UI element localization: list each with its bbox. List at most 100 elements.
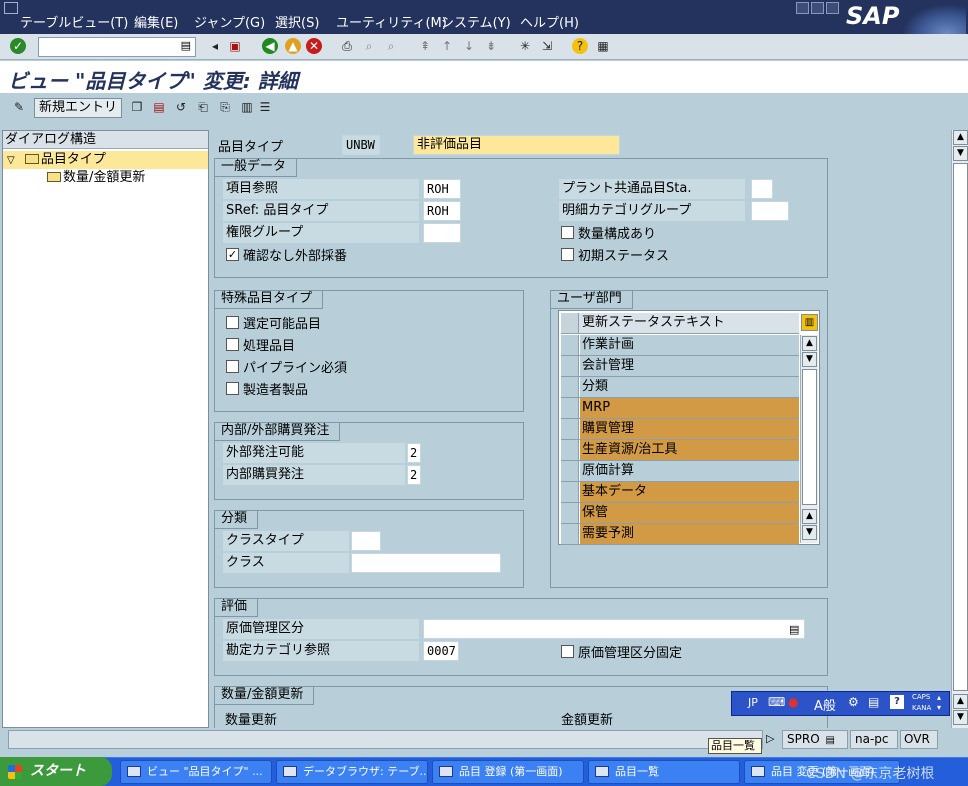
menu-goto[interactable]: ジャンプ(G) (194, 12, 265, 31)
ime-options-icon[interactable]: ▾ (937, 703, 941, 712)
acct-category-field[interactable]: 0007 (423, 641, 459, 661)
ime-pad-icon[interactable]: ● (788, 695, 798, 709)
table-page-down-icon[interactable]: ▼ (802, 525, 817, 540)
select-all-button[interactable] (561, 313, 579, 333)
row-selector[interactable] (561, 503, 579, 523)
menu-edit[interactable]: 編集(E) (134, 12, 178, 31)
table-settings-icon[interactable]: ▥ (801, 314, 818, 331)
expand-icon[interactable]: ▽ (7, 155, 15, 166)
menu-help[interactable]: ヘルプ(H) (520, 12, 579, 31)
class-type-field[interactable] (351, 531, 381, 551)
auth-group-field[interactable] (423, 223, 461, 243)
find-icon[interactable]: ⌕ (360, 37, 378, 55)
back-icon[interactable]: ◀ (262, 38, 278, 54)
tree-item-material-type[interactable]: ▽ 品目タイプ (3, 151, 208, 169)
command-field[interactable]: ▤ (38, 37, 196, 57)
undo-icon[interactable]: ↺ (172, 98, 190, 116)
start-button[interactable]: スタート (0, 757, 112, 786)
pipeline-checkbox[interactable] (226, 360, 239, 373)
material-type-description[interactable]: 非評価品目 (413, 135, 620, 155)
collapse-arrow-icon[interactable]: ◂ (206, 37, 224, 55)
table-row[interactable]: MRP (561, 398, 799, 419)
row-selector[interactable] (561, 482, 579, 502)
row-selector[interactable] (561, 419, 579, 439)
item-ref-field[interactable]: ROH (423, 179, 461, 199)
row-selector[interactable] (561, 524, 579, 544)
page-up-icon[interactable]: ▲ (953, 694, 968, 709)
system-info-icon[interactable]: ▤ (825, 735, 834, 746)
main-scrollbar[interactable]: ▲ ▼ ▲ ▼ (951, 130, 968, 728)
cancel-icon[interactable]: ✕ (306, 38, 322, 54)
new-entries-button[interactable]: 新規エントリ (34, 98, 122, 118)
system-menu-icon[interactable] (4, 2, 18, 14)
qty-structure-checkbox[interactable] (561, 226, 574, 239)
row-selector[interactable] (561, 398, 579, 418)
configurable-checkbox[interactable] (226, 316, 239, 329)
tools-icon[interactable]: ⚙ (848, 695, 859, 709)
process-material-checkbox[interactable] (226, 338, 239, 351)
table-row[interactable]: 保管 (561, 503, 799, 524)
enter-icon[interactable]: ✓ (10, 38, 26, 54)
shortcut-icon[interactable]: ⇲ (538, 37, 556, 55)
table-row[interactable]: 購買管理 (561, 419, 799, 440)
table-row[interactable]: 会計管理 (561, 356, 799, 377)
new-session-icon[interactable]: ✳ (516, 37, 534, 55)
ime-language[interactable]: JP (748, 696, 758, 709)
previous-entry-icon[interactable]: ⎗ (194, 98, 212, 116)
item-cat-group-field[interactable] (751, 201, 789, 221)
dropdown-icon[interactable]: ▤ (181, 39, 191, 52)
save-icon[interactable]: ▣ (226, 37, 244, 55)
scroll-up-icon[interactable]: ▲ (953, 130, 968, 145)
close-window-button[interactable] (826, 2, 839, 14)
table-scroll-down-icon[interactable]: ▼ (802, 352, 817, 367)
price-control-field[interactable] (423, 619, 805, 639)
manufacturer-part-checkbox[interactable] (226, 382, 239, 395)
ext-num-checkbox[interactable]: ✓ (226, 248, 239, 261)
row-selector[interactable] (561, 356, 579, 376)
row-selector[interactable] (561, 440, 579, 460)
help-icon[interactable]: ? (572, 38, 588, 54)
input-mode[interactable]: A般 (814, 695, 836, 714)
taskbar-item-data-browser[interactable]: データブラウザ: テーブ... (276, 760, 428, 784)
column-header[interactable]: 更新ステータステキスト (580, 313, 799, 333)
table-row[interactable]: 基本データ (561, 482, 799, 503)
plant-status-field[interactable] (751, 179, 773, 199)
table-scroll-up-icon[interactable]: ▲ (802, 336, 817, 351)
menu-utilities[interactable]: ユーティリティ(M) (336, 12, 447, 31)
page-down-icon[interactable]: ▼ (953, 710, 968, 725)
row-selector[interactable] (561, 461, 579, 481)
maximize-button[interactable] (811, 2, 824, 14)
next-entry-icon[interactable]: ⎘ (216, 98, 234, 116)
find-next-icon[interactable]: ⌕ (382, 37, 400, 55)
sref-field[interactable]: ROH (423, 201, 461, 221)
value-help-icon[interactable]: ▤ (789, 623, 799, 636)
row-selector[interactable] (561, 377, 579, 397)
status-expand-icon[interactable]: ▷ (766, 732, 774, 745)
table-scroll-thumb[interactable] (802, 369, 817, 505)
taskbar-item-view[interactable]: ビュー "品目タイプ" ... (120, 760, 272, 784)
print-icon[interactable]: ⎙ (338, 37, 356, 55)
ime-menu-icon[interactable]: ▴ (937, 693, 941, 702)
exit-icon[interactable]: ▲ (285, 38, 301, 54)
table-row[interactable]: 分類 (561, 377, 799, 398)
table-row[interactable]: 生産資源/治工具 (561, 440, 799, 461)
layout-menu-icon[interactable]: ▦ (594, 37, 612, 55)
display-change-icon[interactable]: ✎ (10, 98, 28, 116)
scroll-down-icon[interactable]: ▼ (953, 146, 968, 161)
class-field[interactable] (351, 553, 501, 573)
menu-system[interactable]: システム(Y) (441, 12, 511, 31)
list-icon[interactable]: ☰ (256, 98, 274, 116)
table-page-up-icon[interactable]: ▲ (802, 509, 817, 524)
price-control-fixed-checkbox[interactable] (561, 645, 574, 658)
internal-po-field[interactable]: 2 (407, 465, 421, 485)
last-page-icon[interactable]: ⇟ (482, 37, 500, 55)
next-page-icon[interactable]: ↓ (460, 37, 478, 55)
menu-table-view[interactable]: テーブルビュー(T) (20, 12, 128, 31)
table-row[interactable]: 作業計画 (561, 335, 799, 356)
external-po-field[interactable]: 2 (407, 443, 421, 463)
minimize-button[interactable] (796, 2, 809, 14)
initial-status-checkbox[interactable] (561, 248, 574, 261)
previous-page-icon[interactable]: ↑ (438, 37, 456, 55)
taskbar-item-material-create[interactable]: 品目 登録 (第一画面) (432, 760, 584, 784)
table-row[interactable]: 需要予測 (561, 524, 799, 545)
